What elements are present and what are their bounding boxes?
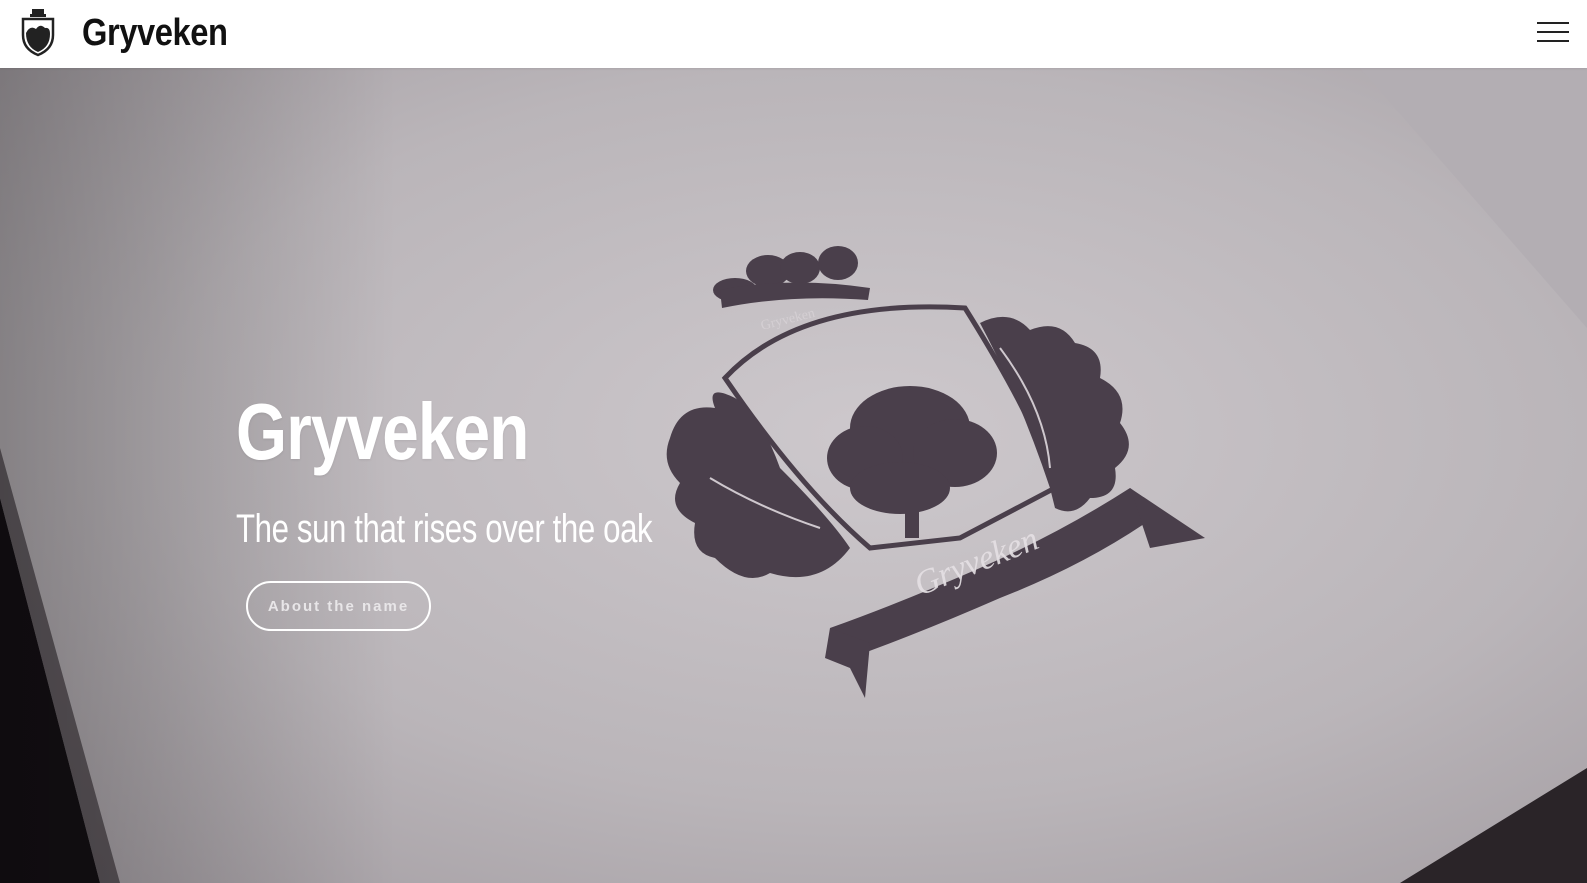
hamburger-menu-icon[interactable] bbox=[1537, 20, 1569, 44]
crest-logo-icon[interactable] bbox=[20, 7, 56, 57]
hero-subtitle: The sun that rises over the oak bbox=[236, 507, 653, 551]
about-the-name-button[interactable]: About the name bbox=[246, 581, 431, 631]
hero-section: Gryveken Gryveken Gryveken The sun that … bbox=[0, 68, 1587, 883]
hero-title: Gryveken bbox=[236, 387, 529, 476]
brand-name[interactable]: Gryveken bbox=[82, 10, 228, 56]
navbar: Gryveken bbox=[0, 0, 1587, 68]
